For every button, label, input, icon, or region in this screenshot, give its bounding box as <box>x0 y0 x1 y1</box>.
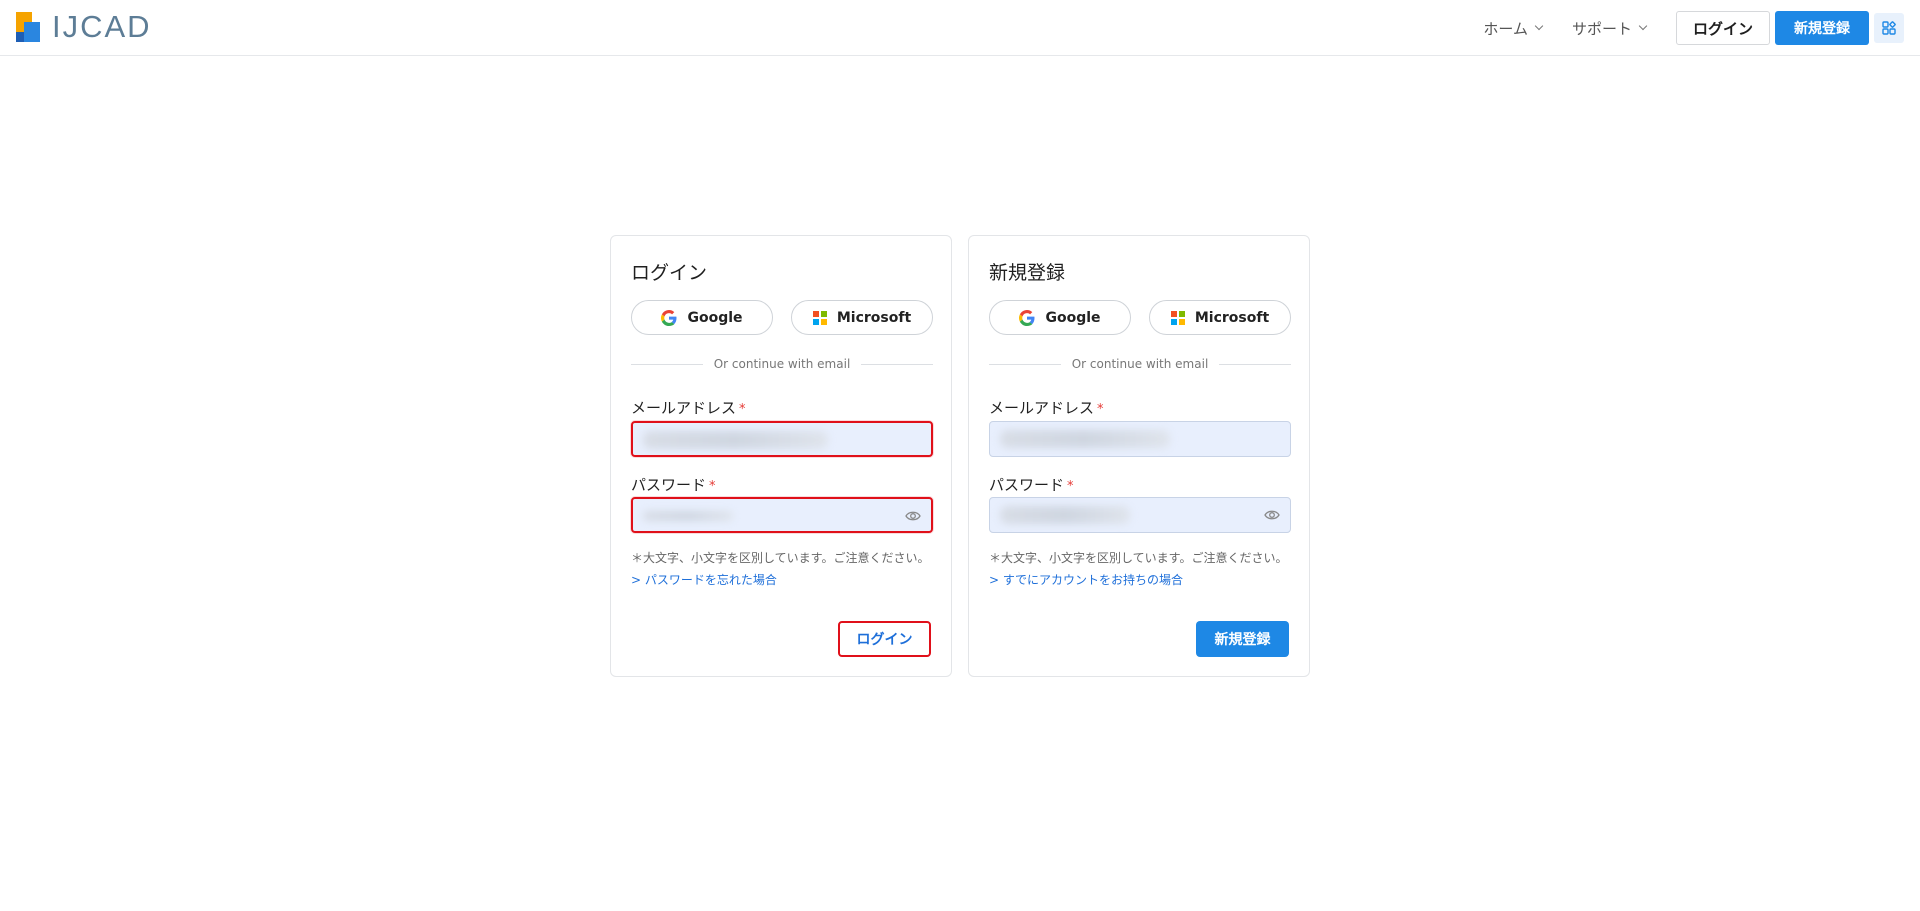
redacted-email <box>643 431 828 449</box>
have-account-link[interactable]: > すでにアカウントをお持ちの場合 <box>989 571 1183 588</box>
register-divider-text: Or continue with email <box>1071 357 1209 371</box>
login-google-button[interactable]: Google <box>631 300 773 335</box>
login-microsoft-label: Microsoft <box>836 309 912 326</box>
login-email-input[interactable] <box>631 421 933 457</box>
register-submit-button[interactable]: 新規登録 <box>1196 621 1289 657</box>
required-mark: * <box>1097 402 1104 417</box>
logo-mark-icon <box>16 12 40 42</box>
register-microsoft-button[interactable]: Microsoft <box>1149 300 1291 335</box>
eye-icon[interactable] <box>905 509 921 523</box>
redacted-password <box>1000 506 1130 524</box>
register-divider: Or continue with email <box>989 357 1291 371</box>
register-password-input[interactable] <box>989 497 1291 533</box>
login-card: ログイン Google Microsoft Or continue with e… <box>610 235 952 677</box>
google-icon <box>1019 309 1035 326</box>
register-card-title: 新規登録 <box>989 262 1066 284</box>
login-microsoft-button[interactable]: Microsoft <box>791 300 933 335</box>
register-oauth-row: Google Microsoft <box>989 300 1291 335</box>
login-google-label: Google <box>687 309 743 326</box>
google-icon <box>661 309 677 326</box>
header-register-button[interactable]: 新規登録 <box>1775 11 1869 45</box>
login-divider-text: Or continue with email <box>713 357 851 371</box>
apps-grid-button[interactable] <box>1874 13 1904 43</box>
eye-icon[interactable] <box>1264 508 1280 522</box>
required-mark: * <box>739 402 746 417</box>
header-login-button[interactable]: ログイン <box>1675 11 1770 45</box>
chevron-down-icon <box>1638 21 1648 31</box>
microsoft-icon <box>812 310 827 325</box>
login-password-input[interactable] <box>631 497 933 533</box>
top-nav: ホーム サポート ログイン 新規登録 <box>1483 11 1904 45</box>
register-email-label: メールアドレス * <box>989 399 1104 417</box>
register-case-note: ＊大文字、小文字を区別しています。ご注意ください。 <box>989 551 1288 565</box>
chevron-down-icon <box>1534 21 1544 31</box>
login-password-label: パスワード * <box>631 476 716 494</box>
ijcad-logo[interactable]: IJCAD <box>16 9 152 44</box>
register-microsoft-label: Microsoft <box>1194 309 1270 326</box>
register-card: 新規登録 Google Microsoft Or continue with e… <box>968 235 1310 677</box>
nav-home-label: ホーム <box>1483 19 1528 38</box>
nav-support[interactable]: サポート <box>1571 18 1648 39</box>
logo-text: IJCAD <box>52 9 152 44</box>
redacted-password <box>643 511 733 521</box>
login-email-label: メールアドレス * <box>631 399 746 417</box>
register-password-label: パスワード * <box>989 476 1074 494</box>
register-google-label: Google <box>1045 309 1101 326</box>
forgot-password-link[interactable]: > パスワードを忘れた場合 <box>631 571 777 588</box>
microsoft-icon <box>1170 310 1185 325</box>
login-divider: Or continue with email <box>631 357 933 371</box>
nav-home[interactable]: ホーム <box>1483 18 1544 39</box>
required-mark: * <box>1067 479 1074 494</box>
required-mark: * <box>709 479 716 494</box>
register-google-button[interactable]: Google <box>989 300 1131 335</box>
register-email-input[interactable] <box>989 421 1291 457</box>
apps-grid-icon <box>1882 21 1896 35</box>
login-card-title: ログイン <box>631 262 708 284</box>
login-case-note: ＊大文字、小文字を区別しています。ご注意ください。 <box>631 551 930 565</box>
login-oauth-row: Google Microsoft <box>631 300 933 335</box>
top-header: IJCAD ホーム サポート ログイン 新規登録 <box>0 0 1920 56</box>
nav-support-label: サポート <box>1571 19 1632 38</box>
login-submit-button[interactable]: ログイン <box>838 621 931 657</box>
redacted-email <box>1000 430 1170 448</box>
